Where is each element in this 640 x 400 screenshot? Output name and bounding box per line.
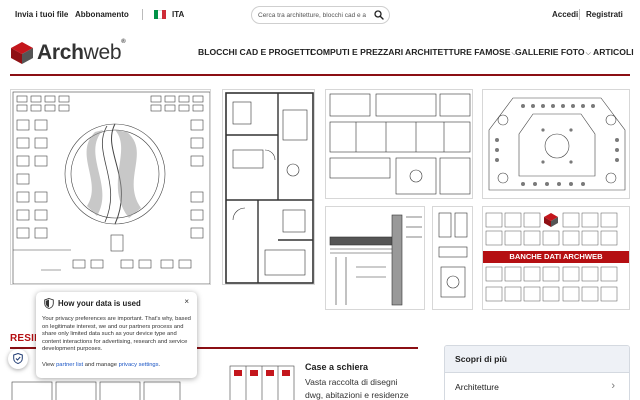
login-link[interactable]: Accedi <box>552 10 578 19</box>
sidebar-item-architetture[interactable]: Architetture › <box>445 373 629 400</box>
privacy-notice-dialog: How your data is used × Your privacy pre… <box>36 292 197 378</box>
gallery-tile-archweb-databases[interactable]: BANCHE DATI ARCHWEB <box>482 206 630 310</box>
construction-detail-drawing <box>329 214 422 306</box>
apartment-floor-plan-drawing <box>225 92 314 284</box>
topbar-divider <box>142 9 143 20</box>
gallery-tile-door-details[interactable] <box>432 206 473 310</box>
archweb-logo[interactable]: Archweb® <box>10 39 126 66</box>
privacy-footer: View partner list and manage privacy set… <box>42 362 161 368</box>
privacy-title: How your data is used <box>58 299 141 308</box>
nav-famous-architecture[interactable]: ARCHITETTURE FAMOSE⌵ <box>405 47 517 58</box>
discover-more-panel: Scopri di più Architetture › <box>444 345 630 400</box>
shield-icon <box>44 298 54 309</box>
card-title-terraced-houses[interactable]: Case a schiera <box>305 362 368 372</box>
gallery-tile-apartment-plan[interactable] <box>222 89 315 285</box>
partner-list-link[interactable]: partner list <box>56 362 83 368</box>
databases-banner: BANCHE DATI ARCHWEB <box>483 251 629 263</box>
discover-more-title: Scopri di più <box>445 346 629 373</box>
search-icon[interactable] <box>374 10 384 20</box>
register-link[interactable]: Registrati <box>586 10 623 19</box>
kitchen-elevation-drawing <box>329 93 471 195</box>
terraced-houses-thumbnail <box>229 365 295 400</box>
gallery-tile-restaurant-plan[interactable] <box>10 89 211 285</box>
logo-wordmark: Archweb® <box>37 39 126 64</box>
italy-flag-icon[interactable] <box>154 10 166 19</box>
privacy-settings-link[interactable]: privacy settings <box>119 362 159 368</box>
privacy-body-text: Your privacy preferences are important. … <box>42 316 191 353</box>
restaurant-floor-plan-drawing <box>12 91 210 284</box>
privacy-settings-button[interactable] <box>8 349 28 369</box>
gallery-tile-construction-detail[interactable] <box>325 206 425 310</box>
nav-articles[interactable]: ARTICOLI <box>593 47 634 57</box>
top-bar: Invia i tuoi file Abbonamento ITA Accedi… <box>0 0 640 30</box>
upload-files-link[interactable]: Invia i tuoi file <box>15 10 68 19</box>
gallery-tile-kitchen-elevation[interactable] <box>325 89 473 199</box>
card-description: Vasta raccolta di disegni dwg, abitazion… <box>305 377 409 400</box>
nav-cad-blocks[interactable]: BLOCCHI CAD E PROGETTI <box>198 47 313 57</box>
chevron-down-icon: ⌵ <box>585 50 591 57</box>
chevron-right-icon: › <box>611 380 615 392</box>
garden-plan-drawing <box>488 97 626 191</box>
topbar-divider <box>579 9 580 20</box>
nav-photo-galleries[interactable]: GALLERIE FOTO⌵ <box>515 47 591 58</box>
close-icon[interactable]: × <box>184 297 189 306</box>
gallery-tile-garden-plan[interactable] <box>482 89 630 199</box>
language-selector[interactable]: ITA <box>172 10 184 19</box>
nav-estimates[interactable]: COMPUTI E PREZZARI <box>310 47 403 57</box>
subscription-link[interactable]: Abbonamento <box>75 10 129 19</box>
door-details-drawing <box>438 212 468 298</box>
logo-cube-icon <box>11 42 33 64</box>
search-input[interactable] <box>258 10 366 21</box>
shield-check-icon <box>13 353 23 364</box>
search-box[interactable] <box>251 6 390 24</box>
card-thumbnail-terraced-houses[interactable] <box>228 362 296 400</box>
sidebar-item-label: Architetture <box>455 382 499 392</box>
header-divider <box>10 74 630 76</box>
